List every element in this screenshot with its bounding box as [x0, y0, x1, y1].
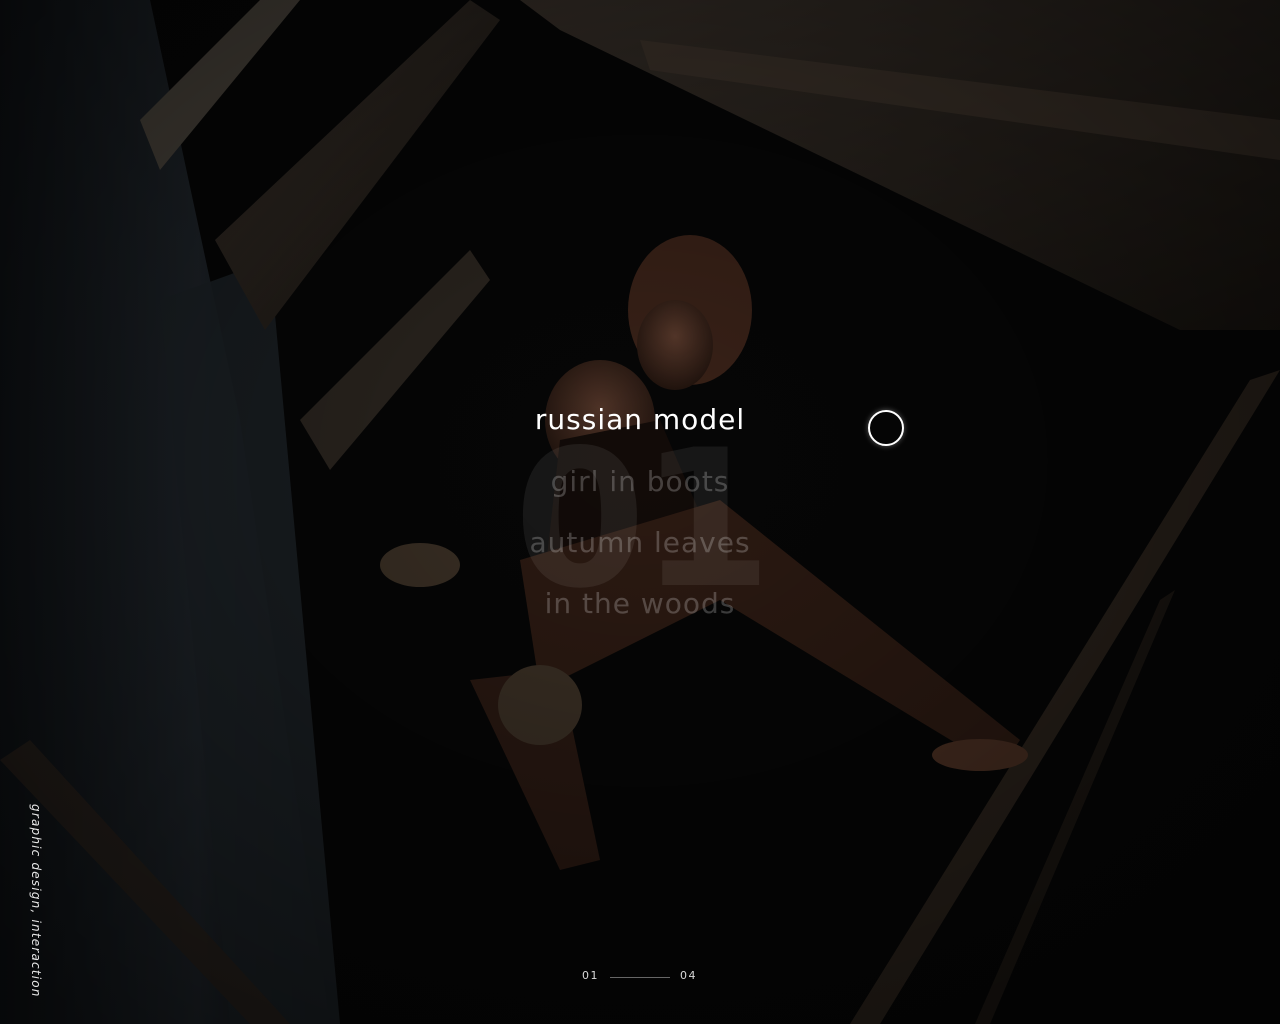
menu-item-russian-model[interactable]: russian model [0, 402, 1280, 438]
photo-illustration [0, 0, 1280, 1024]
pager-progress-line [610, 977, 670, 978]
menu-item-autumn-leaves[interactable]: autumn leaves [0, 525, 1280, 561]
menu-item-in-the-woods[interactable]: in the woods [0, 586, 1280, 622]
pager-total: 04 [680, 969, 697, 982]
menu-item-girl-in-boots[interactable]: girl in boots [0, 464, 1280, 500]
slide-pager: 01 04 [582, 969, 722, 985]
pager-current: 01 [582, 969, 599, 982]
cursor-ring-icon [868, 410, 904, 446]
vertical-tagline: graphic design, interaction [29, 804, 43, 998]
hero-background-photo [0, 0, 1280, 1024]
